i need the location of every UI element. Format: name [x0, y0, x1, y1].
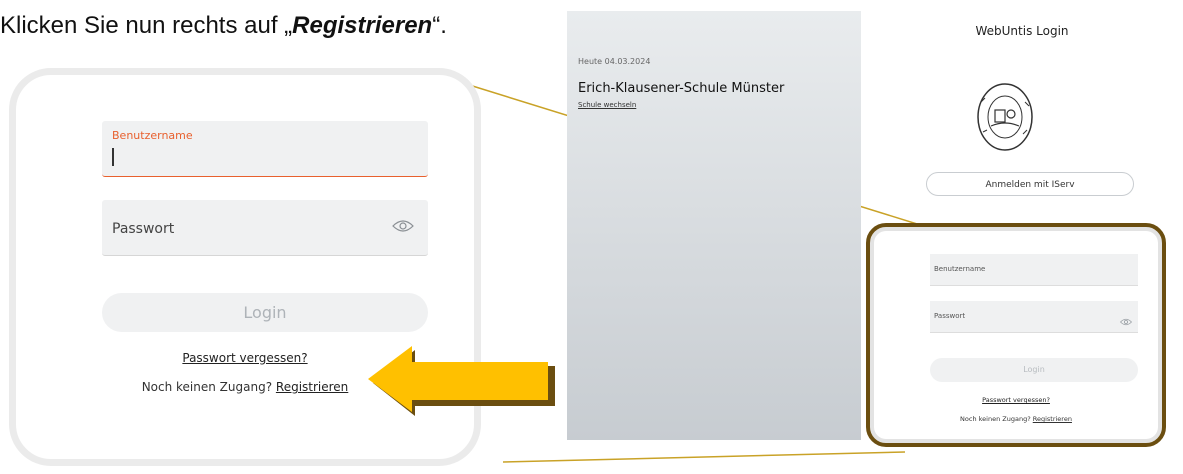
instruction-emphasis: Registrieren — [292, 12, 433, 39]
show-password-icon[interactable] — [392, 218, 414, 237]
password-input[interactable]: Passwort — [930, 301, 1138, 333]
login-button[interactable]: Login — [930, 358, 1138, 382]
password-placeholder: Passwort — [934, 312, 966, 320]
switch-school-link[interactable]: Schule wechseln — [578, 101, 636, 109]
login-button[interactable]: Login — [102, 293, 428, 332]
login-page-title: WebUntis Login — [975, 24, 1069, 38]
show-password-icon[interactable] — [1119, 311, 1133, 330]
instruction-text: Klicken Sie nun rechts auf „Registrieren… — [0, 12, 447, 39]
no-access-line: Noch keinen Zugang? Registrieren — [960, 415, 1072, 423]
current-date: Heute 04.03.2024 — [578, 57, 651, 66]
school-name: Erich-Klausener-Schule Münster — [578, 81, 785, 96]
school-info-panel: Heute 04.03.2024 Erich-Klausener-Schule … — [567, 11, 861, 440]
forgot-password-link[interactable]: Passwort vergessen? — [870, 396, 1162, 404]
iserv-login-button[interactable]: Anmelden mit IServ — [926, 172, 1134, 196]
school-logo-icon — [977, 83, 1033, 151]
username-field[interactable]: Benutzername — [102, 121, 428, 177]
highlighted-login-form: Benutzername Passwort Login Passwort ver… — [866, 223, 1166, 447]
username-label: Benutzername — [112, 129, 193, 142]
username-placeholder: Benutzername — [934, 265, 986, 273]
register-link[interactable]: Registrieren — [1033, 415, 1072, 423]
password-label: Passwort — [112, 221, 175, 237]
register-link[interactable]: Registrieren — [276, 380, 348, 394]
username-input[interactable]: Benutzername — [930, 254, 1138, 286]
text-cursor — [112, 148, 114, 166]
pointer-arrow-icon — [368, 346, 555, 416]
password-field[interactable]: Passwort — [102, 200, 428, 256]
